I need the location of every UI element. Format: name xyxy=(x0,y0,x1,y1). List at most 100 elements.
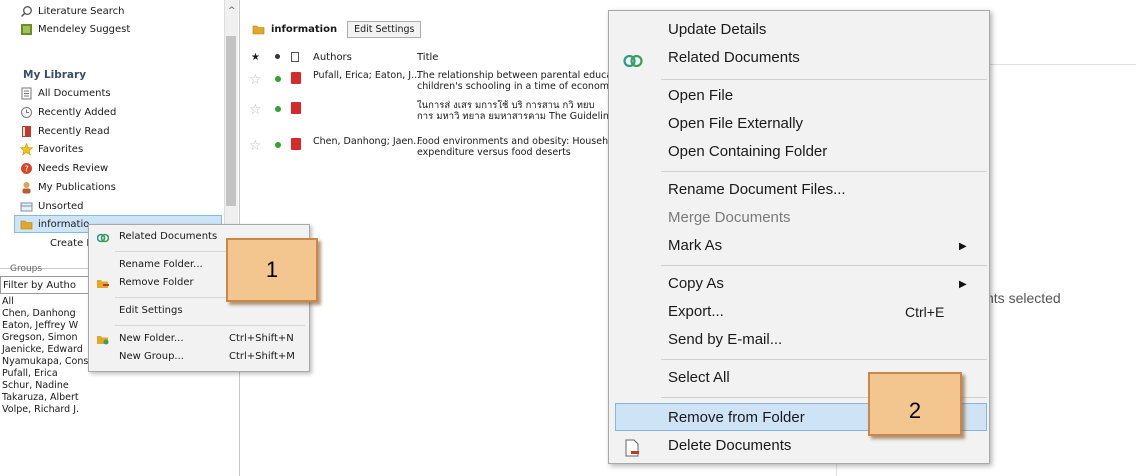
menu-item-edit-settings[interactable]: Edit Settings xyxy=(119,305,183,316)
table-row[interactable]: ☆ Pufall, Erica; Eaton, J... The relatio… xyxy=(245,70,617,94)
menu-item-new-folder[interactable]: New Folder... xyxy=(119,333,184,344)
menu-separator xyxy=(661,79,987,80)
shortcut-export: Ctrl+E xyxy=(905,304,945,320)
sidebar-item-label: Needs Review xyxy=(38,162,109,174)
menu-item-merge-documents: Merge Documents xyxy=(668,209,791,226)
menu-item-new-group[interactable]: New Group... xyxy=(119,351,184,362)
callout-badge-2: 2 xyxy=(868,372,962,436)
remove-folder-icon xyxy=(97,280,109,288)
search-icon xyxy=(20,5,32,17)
submenu-arrow-icon: ▶ xyxy=(959,241,967,252)
menu-item-mark-as[interactable]: Mark As xyxy=(668,237,722,254)
title-line: Food environments and obesity: Household… xyxy=(417,136,617,147)
title-line: expenditure versus food deserts xyxy=(417,147,571,158)
mendeley-suggest-icon xyxy=(21,23,32,35)
person-icon xyxy=(22,181,31,193)
sidebar-item-label: Favorites xyxy=(38,143,84,155)
title-line: การ มหาวิ ทยาล ยมหาสารคาม The Guidelines xyxy=(417,111,617,122)
sidebar-item-information-folder[interactable]: informatio xyxy=(20,215,89,233)
sidebar-item-label: Recently Added xyxy=(38,106,117,118)
title-line: The relationship between parental educat… xyxy=(417,70,617,81)
menu-separator xyxy=(661,265,987,266)
sidebar-item-create-folder[interactable]: Create F xyxy=(50,234,92,252)
menu-item-rename-document-files[interactable]: Rename Document Files... xyxy=(668,181,846,198)
author-list-item[interactable]: Pufall, Erica xyxy=(2,368,58,379)
sidebar-item-label: Recently Read xyxy=(38,125,110,137)
sidebar-scrollbar-thumb[interactable] xyxy=(226,36,236,206)
menu-item-open-file[interactable]: Open File xyxy=(668,87,733,104)
favorite-column-star-icon[interactable]: ★ xyxy=(251,52,260,63)
read-status-column-icon[interactable] xyxy=(275,54,280,59)
folder-icon xyxy=(20,220,33,229)
star-icon[interactable]: ☆ xyxy=(249,72,262,88)
documents-selected-text: nts selected xyxy=(986,290,1061,306)
shortcut-new-group: Ctrl+Shift+M xyxy=(229,351,295,362)
menu-item-remove-folder[interactable]: Remove Folder xyxy=(119,277,194,288)
authors-cell: Pufall, Erica; Eaton, J... xyxy=(313,70,421,81)
sidebar-item-needs-review[interactable]: ? Needs Review xyxy=(20,159,108,177)
related-documents-icon xyxy=(97,233,109,243)
clock-icon xyxy=(21,106,32,118)
folder-header: information Edit Settings xyxy=(252,18,422,40)
author-list-item[interactable]: Schur, Nadine xyxy=(2,380,69,391)
authors-column-header[interactable]: Authors xyxy=(313,52,352,63)
menu-separator xyxy=(661,359,987,360)
author-list-item[interactable]: Eaton, Jeffrey W xyxy=(2,320,78,331)
menu-item-export[interactable]: Export... xyxy=(668,303,724,320)
sidebar-item-mendeley-suggest[interactable]: Mendeley Suggest xyxy=(20,20,130,38)
title-column-header[interactable]: Title xyxy=(417,52,438,63)
star-icon[interactable]: ☆ xyxy=(249,102,262,118)
title-cell: The relationship between parental educat… xyxy=(417,70,617,92)
author-list-item[interactable]: Gregson, Simon xyxy=(2,332,78,343)
author-list-item[interactable]: Jaenicke, Edward xyxy=(2,344,83,355)
unsorted-icon xyxy=(20,202,33,211)
menu-item-delete-documents[interactable]: Delete Documents xyxy=(668,437,791,454)
menu-item-remove-from-folder[interactable]: Remove from Folder xyxy=(668,409,805,426)
groups-heading: Groups xyxy=(10,264,43,274)
shortcut-new-folder: Ctrl+Shift+N xyxy=(229,333,294,344)
sidebar-item-literature-search[interactable]: Literature Search xyxy=(20,2,125,20)
author-list-item[interactable]: Takaruza, Albert xyxy=(2,392,79,403)
submenu-arrow-icon: ▶ xyxy=(959,279,967,290)
unread-dot-icon xyxy=(275,106,281,112)
app-window: Literature Search Mendeley Suggest My Li… xyxy=(0,0,1136,476)
sidebar-item-recently-read[interactable]: Recently Read xyxy=(20,122,110,140)
menu-item-open-file-externally[interactable]: Open File Externally xyxy=(668,115,803,132)
author-list-item[interactable]: Chen, Danhong xyxy=(2,308,76,319)
sidebar-item-label: Unsorted xyxy=(38,200,84,212)
sidebar-item-label: My Publications xyxy=(38,181,116,193)
scroll-up-arrow-icon[interactable]: ^ xyxy=(228,6,236,16)
edit-settings-button[interactable]: Edit Settings xyxy=(347,20,422,38)
folder-icon xyxy=(252,25,265,34)
sidebar-item-label: All Documents xyxy=(38,87,111,99)
related-documents-icon xyxy=(623,55,643,67)
sidebar-item-my-publications[interactable]: My Publications xyxy=(20,178,116,196)
filter-label: Filter by Autho xyxy=(3,279,76,291)
sidebar-item-recently-added[interactable]: Recently Added xyxy=(20,103,116,121)
menu-separator xyxy=(115,325,305,326)
title-cell: ในการส่ งเสร มการใช้ บริ การสาน กวิ ทยบ … xyxy=(417,100,617,122)
folder-title: information xyxy=(271,23,338,35)
menu-item-open-containing-folder[interactable]: Open Containing Folder xyxy=(668,143,827,160)
sidebar-item-all-documents[interactable]: All Documents xyxy=(20,84,111,102)
sidebar-item-favorites[interactable]: Favorites xyxy=(20,140,83,158)
star-icon[interactable]: ☆ xyxy=(249,138,262,154)
sidebar-item-unsorted[interactable]: Unsorted xyxy=(20,197,84,215)
menu-item-copy-as[interactable]: Copy As xyxy=(668,275,724,292)
author-list-item[interactable]: Volpe, Richard J. xyxy=(2,404,79,415)
title-cell: Food environments and obesity: Household… xyxy=(417,136,617,158)
pdf-icon xyxy=(291,72,301,84)
delete-document-icon xyxy=(625,439,639,457)
menu-item-rename-folder[interactable]: Rename Folder... xyxy=(119,259,203,270)
menu-item-related-documents[interactable]: Related Documents xyxy=(119,231,217,242)
document-type-column-icon[interactable] xyxy=(291,52,299,62)
pdf-icon xyxy=(291,138,301,150)
author-list-item[interactable]: All xyxy=(2,296,14,307)
sidebar-item-label: Create F xyxy=(50,237,93,249)
menu-item-related-documents[interactable]: Related Documents xyxy=(668,49,800,66)
table-row[interactable]: ☆ ในการส่ งเสร มการใช้ บริ การสาน กวิ ทย… xyxy=(245,100,617,124)
menu-item-send-by-email[interactable]: Send by E-mail... xyxy=(668,331,782,348)
menu-item-update-details[interactable]: Update Details xyxy=(668,21,766,38)
menu-item-select-all[interactable]: Select All xyxy=(668,369,730,386)
table-row[interactable]: ☆ Chen, Danhong; Jaen... Food environmen… xyxy=(245,136,617,160)
